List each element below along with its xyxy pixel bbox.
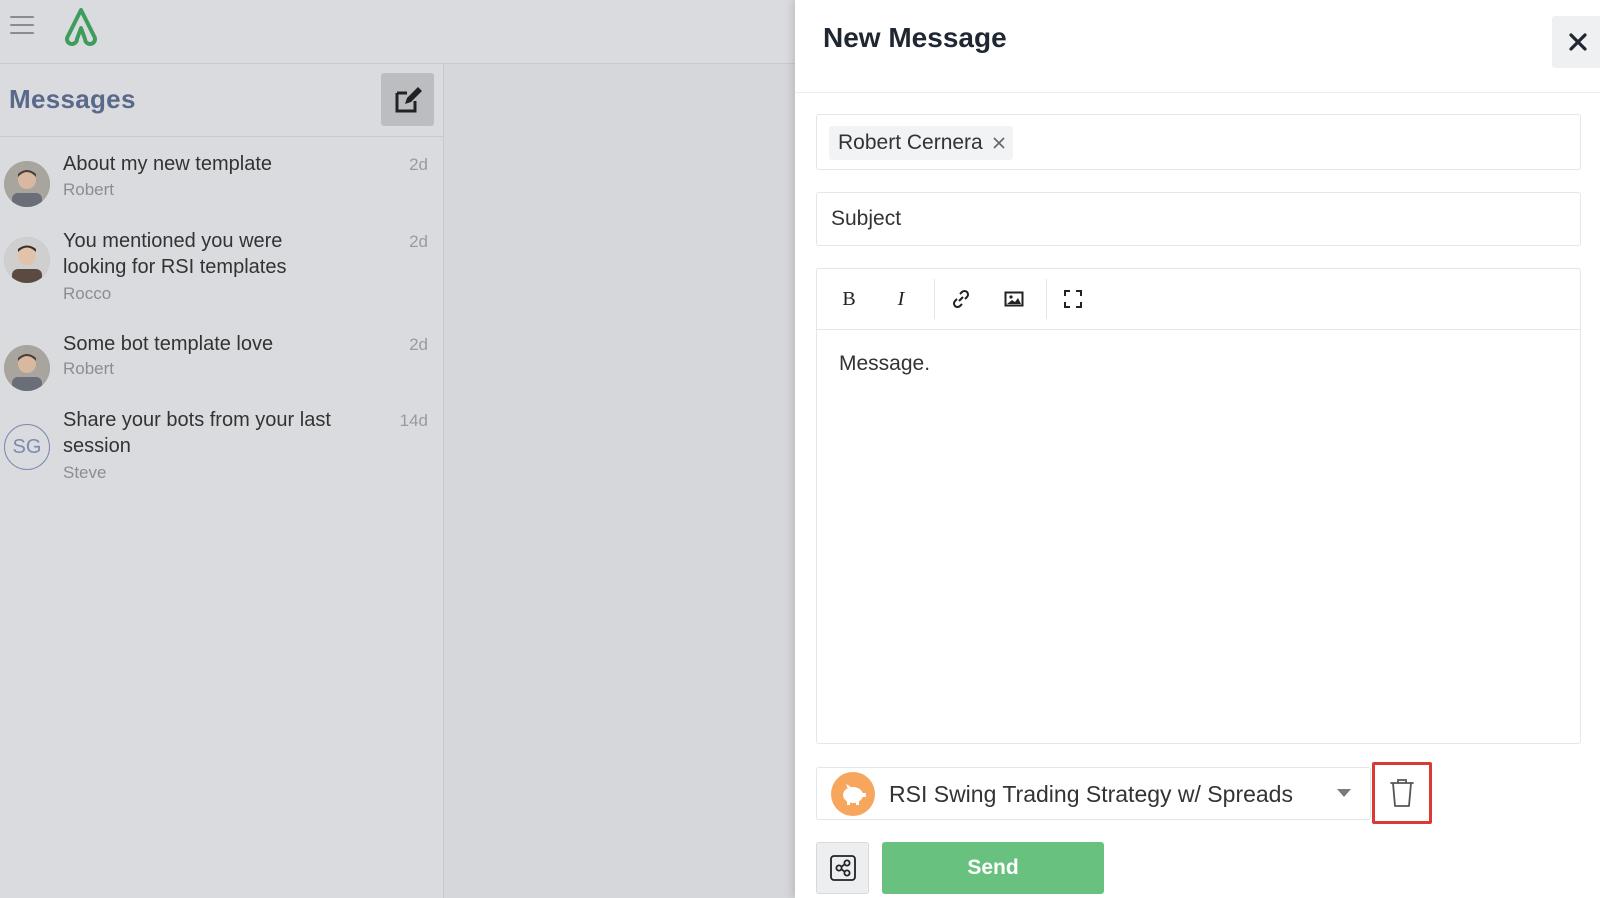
recipients-field[interactable]: Robert Cernera [816, 114, 1581, 170]
compose-button[interactable] [381, 73, 434, 126]
conversation-sender: Robert [63, 180, 115, 199]
top-bar [0, 0, 795, 64]
recipient-name: Robert Cernera [838, 131, 983, 154]
conversation-subject: About my new template [63, 153, 272, 175]
conversation-sender: Robert [63, 359, 115, 378]
close-icon [993, 137, 1005, 149]
conversation-subject: Some bot template love [63, 333, 274, 355]
toolbar-divider [1046, 279, 1047, 319]
sidebar-header: Messages [0, 64, 443, 137]
conversation-item[interactable]: About my new template Robert 2d [0, 137, 444, 213]
delete-template-button[interactable] [1372, 762, 1432, 824]
avatar [4, 237, 50, 283]
messages-sidebar: Messages About my new template Robert 2d… [0, 64, 444, 898]
hamburger-menu-icon[interactable] [10, 16, 34, 36]
conversation-item[interactable]: SG Share your bots from your last sessio… [0, 393, 444, 496]
conversation-item[interactable]: You mentioned you were looking for RSI t… [0, 213, 444, 316]
conversation-subject: You mentioned you were looking for RSI t… [63, 230, 287, 278]
bold-button[interactable]: B [832, 283, 866, 315]
editor-toolbar: B I [817, 269, 1580, 330]
image-button[interactable] [997, 283, 1031, 315]
message-editor: B I Message. [816, 268, 1581, 744]
conversation-sender: Steve [63, 463, 107, 482]
share-icon [829, 855, 856, 881]
recipient-chip: Robert Cernera [829, 126, 1013, 160]
conversation-time: 2d [409, 232, 428, 251]
app-logo-icon[interactable] [60, 6, 102, 46]
avatar: SG [4, 424, 50, 470]
italic-button[interactable]: I [884, 283, 918, 315]
conversation-time: 2d [409, 335, 428, 354]
chevron-down-icon [1337, 789, 1351, 797]
conversation-sender: Rocco [63, 284, 112, 303]
remove-recipient-button[interactable] [989, 133, 1009, 153]
avatar [4, 161, 50, 207]
close-button[interactable] [1552, 16, 1600, 68]
conversation-time: 14d [399, 411, 428, 430]
close-icon [1569, 33, 1587, 51]
send-button[interactable]: Send [882, 842, 1104, 894]
panel-header: New Message [795, 0, 1600, 93]
link-button[interactable] [944, 283, 978, 315]
panel-title: New Message [823, 22, 1007, 53]
template-label: RSI Swing Trading Strategy w/ Spreads [889, 781, 1293, 807]
new-message-panel: New Message Robert Cernera B I [795, 0, 1600, 898]
message-body[interactable]: Message. [817, 330, 1580, 743]
fullscreen-button[interactable] [1056, 283, 1090, 315]
subject-input[interactable] [816, 192, 1581, 246]
conversation-time: 2d [409, 155, 428, 174]
conversation-item[interactable]: Some bot template love Robert 2d [0, 316, 444, 393]
edit-icon [395, 86, 422, 112]
link-icon [952, 289, 970, 309]
avatar [4, 345, 50, 391]
template-dropdown[interactable]: RSI Swing Trading Strategy w/ Spreads [816, 767, 1371, 820]
toolbar-divider [934, 279, 935, 319]
sidebar-title: Messages [9, 84, 136, 114]
conversation-subject: Share your bots from your last session [63, 409, 331, 457]
trash-icon [1390, 779, 1414, 807]
fullscreen-icon [1064, 290, 1082, 308]
share-button[interactable] [816, 842, 869, 894]
piggy-bank-icon [831, 772, 875, 816]
image-icon [1004, 291, 1024, 307]
